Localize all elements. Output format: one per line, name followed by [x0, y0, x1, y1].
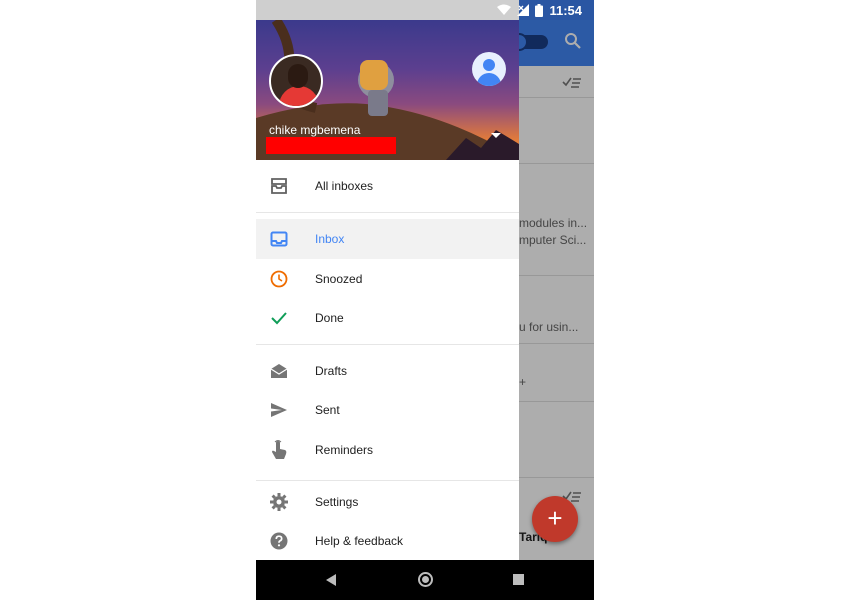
gear-icon [268, 492, 290, 512]
menu-label: Snoozed [315, 272, 363, 286]
menu-item-done[interactable]: Done [256, 298, 519, 338]
menu-label: Done [315, 311, 344, 325]
avatar-face [288, 64, 308, 88]
wifi-icon [497, 4, 512, 16]
home-icon-inner [422, 576, 429, 583]
battery-icon [535, 3, 544, 17]
divider [256, 344, 519, 345]
menu-item-snoozed[interactable]: Snoozed [256, 259, 519, 299]
checkmark-icon [268, 308, 290, 328]
back-icon[interactable] [326, 574, 336, 586]
compose-fab[interactable]: + [532, 496, 578, 542]
avatar[interactable] [269, 54, 323, 108]
clock-icon [268, 269, 290, 289]
signal-icon [517, 4, 530, 16]
send-icon [268, 400, 290, 420]
menu-item-drafts[interactable]: Drafts [256, 351, 519, 391]
menu-label: Reminders [315, 443, 374, 457]
avatar-shirt [279, 86, 319, 106]
account-switcher-avatar[interactable] [472, 52, 506, 86]
menu-item-reminders[interactable]: Reminders [256, 430, 519, 470]
status-icons: 11:54 [497, 2, 582, 18]
menu-label: Sent [315, 403, 340, 417]
menu-item-settings[interactable]: Settings [256, 482, 519, 522]
menu-label: Drafts [315, 364, 348, 378]
system-nav-bar [256, 560, 594, 600]
menu-label: All inboxes [315, 179, 374, 193]
divider [256, 480, 519, 481]
status-bar-drawer-area [256, 0, 519, 20]
recent-apps-icon[interactable] [513, 574, 524, 585]
menu-item-help-feedback[interactable]: Help & feedback [256, 521, 519, 561]
divider [256, 212, 519, 213]
inbox-icon [268, 229, 290, 249]
menu-item-all-inboxes[interactable]: All inboxes [256, 166, 519, 206]
menu-label: Inbox [315, 232, 345, 246]
phone-screen: 11:54 modules in... mputer Sci... u for … [256, 0, 594, 600]
menu-label: Settings [315, 495, 359, 509]
account-email-redacted [266, 137, 396, 154]
status-time: 11:54 [549, 2, 582, 18]
reminder-finger-icon [268, 440, 290, 460]
account-dropdown-icon[interactable] [491, 133, 501, 138]
account-icon-head [483, 59, 495, 71]
menu-item-sent[interactable]: Sent [256, 390, 519, 430]
help-icon [268, 531, 290, 551]
status-bar: 11:54 [256, 0, 594, 20]
account-header: chike mgbemena [256, 20, 519, 160]
account-icon-body [477, 73, 501, 86]
navigation-drawer: chike mgbemena All inboxes Inbox Snoozed… [256, 20, 519, 560]
drafts-icon [268, 361, 290, 381]
menu-label: Help & feedback [315, 534, 404, 548]
all-inboxes-icon [268, 176, 290, 196]
menu-item-inbox[interactable]: Inbox [256, 219, 519, 259]
account-name: chike mgbemena [269, 123, 361, 137]
